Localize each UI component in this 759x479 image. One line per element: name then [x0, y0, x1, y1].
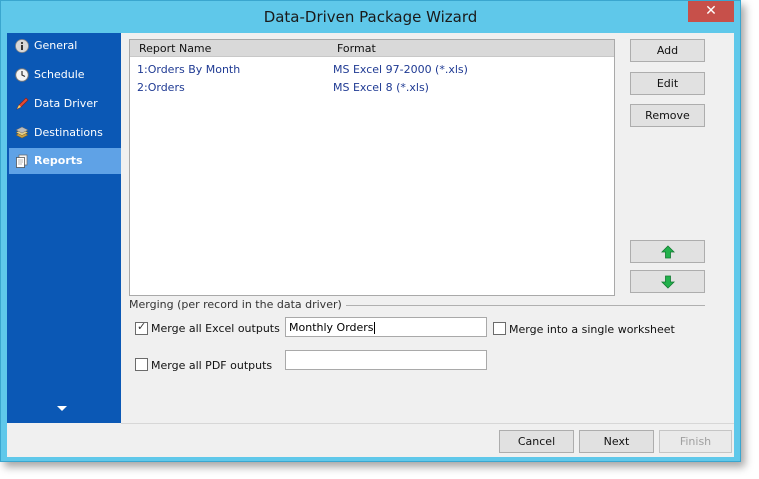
excel-merge-name-value: Monthly Orders [289, 321, 374, 334]
column-header-format[interactable]: Format [337, 42, 376, 55]
sidebar-item-label: Data Driver [34, 97, 98, 110]
excel-merge-name-input[interactable]: Monthly Orders [285, 317, 487, 337]
sidebar-item-label: Schedule [34, 68, 85, 81]
sidebar-expand-icon[interactable] [57, 406, 67, 411]
move-down-button[interactable] [630, 270, 705, 293]
stack-icon [15, 126, 29, 139]
next-button[interactable]: Next [579, 430, 654, 453]
window-title: Data-Driven Package Wizard [263, 8, 478, 26]
wizard-client-area: General Schedule Data Driver Destination… [7, 33, 734, 457]
sidebar-item-general[interactable]: General [9, 33, 121, 59]
pdf-merge-name-input[interactable] [285, 350, 487, 370]
merge-excel-checkbox[interactable]: ✓ [135, 320, 148, 335]
pen-icon [16, 97, 29, 110]
table-row[interactable]: 2:Orders MS Excel 8 (*.xls) [130, 79, 614, 97]
info-icon [15, 39, 29, 53]
finish-button[interactable]: Finish [659, 430, 732, 453]
sidebar-item-label: Destinations [34, 126, 103, 139]
checkmark-icon: ✓ [137, 320, 147, 333]
add-button[interactable]: Add [630, 39, 705, 62]
sidebar-item-label: General [34, 39, 78, 52]
list-header: Report Name Format [130, 40, 614, 57]
report-format-cell: MS Excel 97-2000 (*.xls) [333, 63, 468, 76]
documents-icon [16, 154, 28, 168]
edit-button[interactable]: Edit [630, 72, 705, 95]
sidebar-item-label: Reports [34, 154, 83, 167]
move-up-button[interactable] [630, 240, 705, 263]
merging-group-label: Merging (per record in the data driver) [129, 298, 346, 311]
sidebar-item-reports[interactable]: Reports [9, 148, 121, 174]
single-worksheet-checkbox[interactable] [493, 322, 506, 335]
wizard-window: Data-Driven Package Wizard ✕ General Sch… [0, 0, 741, 462]
wizard-footer: Cancel Next Finish [121, 423, 734, 457]
merge-excel-label: Merge all Excel outputs [151, 322, 280, 335]
cancel-button[interactable]: Cancel [499, 430, 574, 453]
report-name-cell: 1:Orders By Month [137, 63, 241, 76]
remove-button[interactable]: Remove [630, 104, 705, 127]
sidebar-item-schedule[interactable]: Schedule [9, 62, 121, 88]
report-format-cell: MS Excel 8 (*.xls) [333, 81, 429, 94]
report-name-cell: 2:Orders [137, 81, 185, 94]
clock-icon [15, 68, 29, 82]
reports-list[interactable]: Report Name Format 1:Orders By Month MS … [129, 39, 615, 296]
single-worksheet-label: Merge into a single worksheet [509, 323, 675, 336]
column-header-report-name[interactable]: Report Name [139, 42, 211, 55]
arrow-up-icon [661, 245, 675, 259]
wizard-sidebar: General Schedule Data Driver Destination… [7, 33, 121, 423]
merge-pdf-checkbox[interactable] [135, 358, 148, 371]
close-button[interactable]: ✕ [688, 1, 734, 22]
merge-pdf-label: Merge all PDF outputs [151, 359, 273, 372]
arrow-down-icon [661, 275, 675, 289]
sidebar-item-destinations[interactable]: Destinations [9, 120, 121, 146]
table-row[interactable]: 1:Orders By Month MS Excel 97-2000 (*.xl… [130, 61, 614, 79]
sidebar-item-data-driver[interactable]: Data Driver [9, 91, 121, 117]
text-caret [373, 322, 375, 334]
